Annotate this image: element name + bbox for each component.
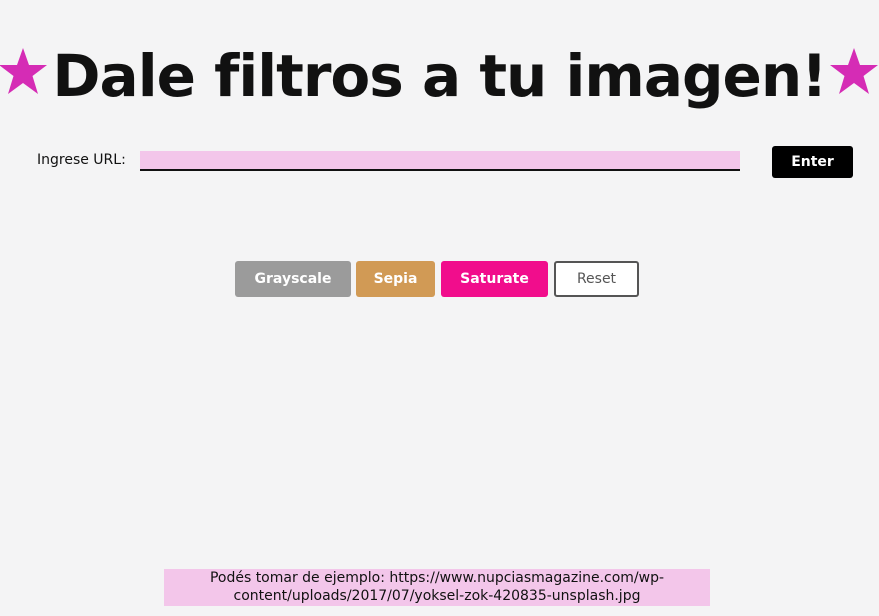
- url-form: Ingrese URL: Enter: [0, 146, 879, 180]
- page-title: Dale filtros a tu imagen!: [52, 42, 827, 110]
- filter-buttons: Grayscale Sepia Saturate Reset: [0, 261, 879, 297]
- sepia-button[interactable]: Sepia: [356, 261, 435, 297]
- url-label: Ingrese URL:: [37, 152, 126, 168]
- grayscale-button[interactable]: Grayscale: [235, 261, 351, 297]
- reset-button[interactable]: Reset: [554, 261, 639, 297]
- star-icon: [0, 46, 48, 96]
- header: Dale filtros a tu imagen!: [0, 34, 879, 118]
- saturate-button[interactable]: Saturate: [441, 261, 548, 297]
- page: Dale filtros a tu imagen! Ingrese URL: E…: [0, 0, 879, 616]
- star-icon: [829, 46, 879, 96]
- example-url-note: Podés tomar de ejemplo: https://www.nupc…: [164, 569, 710, 606]
- url-input[interactable]: [140, 151, 740, 171]
- enter-button[interactable]: Enter: [772, 146, 853, 178]
